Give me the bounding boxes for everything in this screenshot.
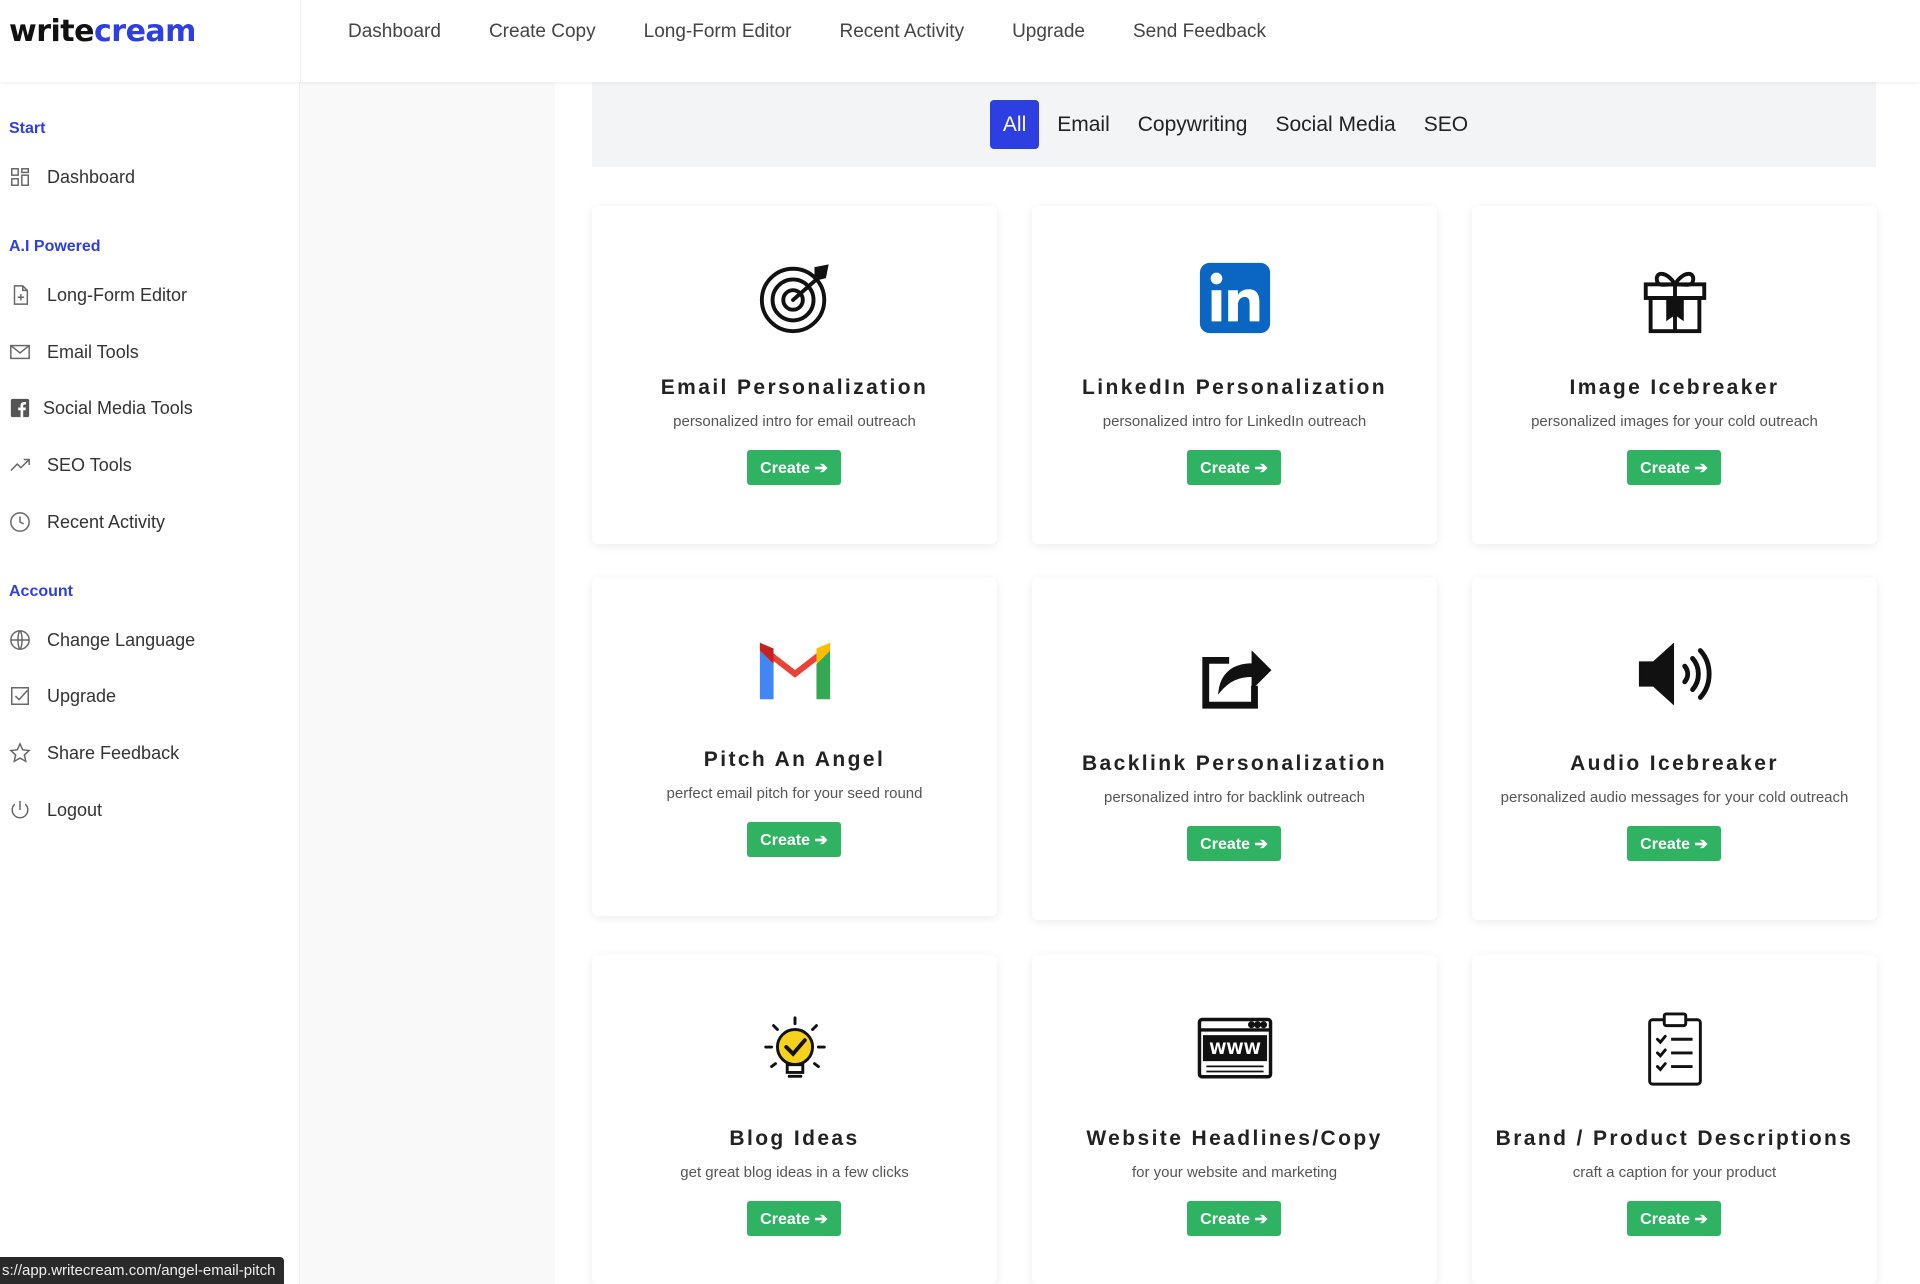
lightbulb-icon: [592, 1009, 997, 1089]
tool-card-audio-icebreaker[interactable]: Audio Icebreaker personalized audio mess…: [1472, 578, 1877, 920]
globe-icon: [9, 629, 31, 651]
topnav-long-form-editor[interactable]: Long-Form Editor: [644, 21, 792, 43]
create-button[interactable]: Create ➔: [1187, 1201, 1281, 1236]
create-button[interactable]: Create ➔: [1627, 1201, 1721, 1236]
sidebar-item-upgrade[interactable]: Upgrade: [9, 681, 116, 711]
sidebar-item-email-tools[interactable]: Email Tools: [9, 337, 139, 367]
sidebar-item-logout[interactable]: Logout: [9, 795, 102, 825]
logo-text-cream: cream: [93, 14, 196, 49]
checkbox-icon: [9, 685, 31, 707]
card-description: personalized intro for backlink outreach: [1104, 789, 1365, 806]
card-description: personalized intro for LinkedIn outreach: [1102, 413, 1367, 430]
svg-text:WWW: WWW: [1209, 1040, 1261, 1058]
sidebar-item-label: SEO Tools: [47, 454, 132, 475]
sidebar-item-label: Change Language: [47, 629, 196, 650]
card-title: Pitch An Angel: [703, 748, 886, 771]
card-description: perfect email pitch for your seed round: [666, 785, 923, 802]
card-description: craft a caption for your product: [1572, 1164, 1777, 1181]
sidebar-item-label: Long-Form Editor: [47, 284, 188, 305]
category-filter-bar: All Email Copywriting Social Media SEO: [592, 82, 1876, 167]
sidebar-item-social-media-tools[interactable]: Social Media Tools: [9, 393, 193, 423]
grid-icon: [9, 166, 31, 188]
sidebar-item-share-feedback[interactable]: Share Feedback: [9, 738, 179, 768]
sidebar: Start Dashboard A.I Powered Long-Form Ed…: [0, 82, 300, 1284]
create-button[interactable]: Create ➔: [1627, 450, 1721, 485]
sidebar-item-change-language[interactable]: Change Language: [9, 625, 195, 655]
card-title: LinkedIn Personalization: [1082, 376, 1387, 399]
create-button[interactable]: Create ➔: [1627, 826, 1721, 861]
top-navigation: Dashboard Create Copy Long-Form Editor R…: [348, 0, 1266, 64]
card-description: for your website and marketing: [1131, 1164, 1338, 1181]
sidebar-item-dashboard[interactable]: Dashboard: [9, 162, 135, 192]
card-description: personalized audio messages for your col…: [1500, 789, 1849, 806]
facebook-icon: [9, 397, 31, 419]
tool-card-linkedin-personalization[interactable]: LinkedIn Personalization personalized in…: [1032, 206, 1437, 544]
top-bar: writecream Dashboard Create Copy Long-Fo…: [0, 0, 1920, 82]
logo-divider: [300, 0, 301, 82]
card-description: personalized intro for email outreach: [673, 413, 916, 430]
tool-card-image-icebreaker[interactable]: Image Icebreaker personalized images for…: [1472, 206, 1877, 544]
sidebar-section-start: Start: [9, 120, 46, 137]
sidebar-item-long-form-editor[interactable]: Long-Form Editor: [9, 280, 187, 310]
card-title: Brand / Product Descriptions: [1495, 1127, 1854, 1150]
create-button[interactable]: Create ➔: [1187, 826, 1281, 861]
link-status-url: s://app.writecream.com/angel-email-pitch: [0, 1257, 285, 1284]
tool-card-backlink-personalization[interactable]: Backlink Personalization personalized in…: [1032, 578, 1437, 920]
create-button[interactable]: Create ➔: [747, 1201, 841, 1236]
gmail-icon: [592, 630, 997, 710]
create-button[interactable]: Create ➔: [747, 450, 841, 485]
card-description: personalized images for your cold outrea…: [1531, 413, 1818, 430]
card-title: Image Icebreaker: [1569, 376, 1780, 399]
sidebar-item-label: Dashboard: [47, 166, 136, 187]
trend-up-icon: [9, 454, 31, 476]
filter-tab-all[interactable]: All: [989, 100, 1040, 149]
create-button[interactable]: Create ➔: [747, 822, 841, 857]
topnav-upgrade[interactable]: Upgrade: [1012, 21, 1085, 43]
sidebar-item-label: Logout: [47, 799, 103, 820]
linkedin-icon: [1032, 258, 1437, 338]
card-description: get great blog ideas in a few clicks: [680, 1164, 909, 1181]
topnav-create-copy[interactable]: Create Copy: [489, 21, 596, 43]
document-plus-icon: [9, 284, 31, 306]
tool-card-email-personalization[interactable]: Email Personalization personalized intro…: [592, 206, 997, 544]
sidebar-item-label: Recent Activity: [47, 511, 166, 532]
sidebar-item-seo-tools[interactable]: SEO Tools: [9, 450, 132, 480]
envelope-icon: [9, 341, 31, 363]
filter-tab-email[interactable]: Email: [1047, 100, 1120, 149]
filter-tab-social-media[interactable]: Social Media: [1265, 100, 1405, 149]
topnav-send-feedback[interactable]: Send Feedback: [1133, 21, 1266, 43]
clock-icon: [9, 511, 31, 533]
sidebar-item-label: Email Tools: [47, 341, 139, 362]
sidebar-item-label: Share Feedback: [47, 742, 180, 763]
card-title: Website Headlines/Copy: [1086, 1127, 1383, 1150]
sidebar-item-label: Social Media Tools: [43, 397, 193, 418]
tool-card-brand-product-descriptions[interactable]: Brand / Product Descriptions craft a cap…: [1472, 955, 1877, 1284]
www-icon: WWW: [1032, 1009, 1437, 1089]
create-button[interactable]: Create ➔: [1187, 450, 1281, 485]
card-title: Blog Ideas: [729, 1127, 860, 1150]
filter-tab-seo[interactable]: SEO: [1414, 100, 1478, 149]
tool-card-blog-ideas[interactable]: Blog Ideas get great blog ideas in a few…: [592, 955, 997, 1284]
sidebar-section-ai-powered: A.I Powered: [9, 238, 101, 255]
star-icon: [9, 742, 31, 764]
share-icon: [1032, 634, 1437, 714]
topnav-dashboard[interactable]: Dashboard: [348, 21, 441, 43]
card-title: Email Personalization: [660, 376, 929, 399]
topnav-recent-activity[interactable]: Recent Activity: [839, 21, 964, 43]
card-title: Backlink Personalization: [1081, 752, 1388, 775]
target-icon: [592, 258, 997, 338]
sidebar-section-account: Account: [9, 583, 73, 600]
sidebar-item-label: Upgrade: [47, 685, 117, 706]
logo-text-write: write: [9, 14, 94, 49]
speaker-icon: [1472, 634, 1877, 714]
writecream-logo[interactable]: writecream: [9, 14, 196, 49]
filter-tab-copywriting[interactable]: Copywriting: [1128, 100, 1258, 149]
sidebar-item-recent-activity[interactable]: Recent Activity: [9, 507, 165, 537]
clipboard-icon: [1472, 1009, 1877, 1089]
power-icon: [9, 799, 31, 821]
tool-card-pitch-an-angel[interactable]: Pitch An Angel perfect email pitch for y…: [592, 578, 997, 916]
tool-card-website-headlines-copy[interactable]: WWW Website Headlines/Copy for your webs…: [1032, 955, 1437, 1284]
card-title: Audio Icebreaker: [1570, 752, 1779, 775]
gift-icon: [1472, 258, 1877, 338]
